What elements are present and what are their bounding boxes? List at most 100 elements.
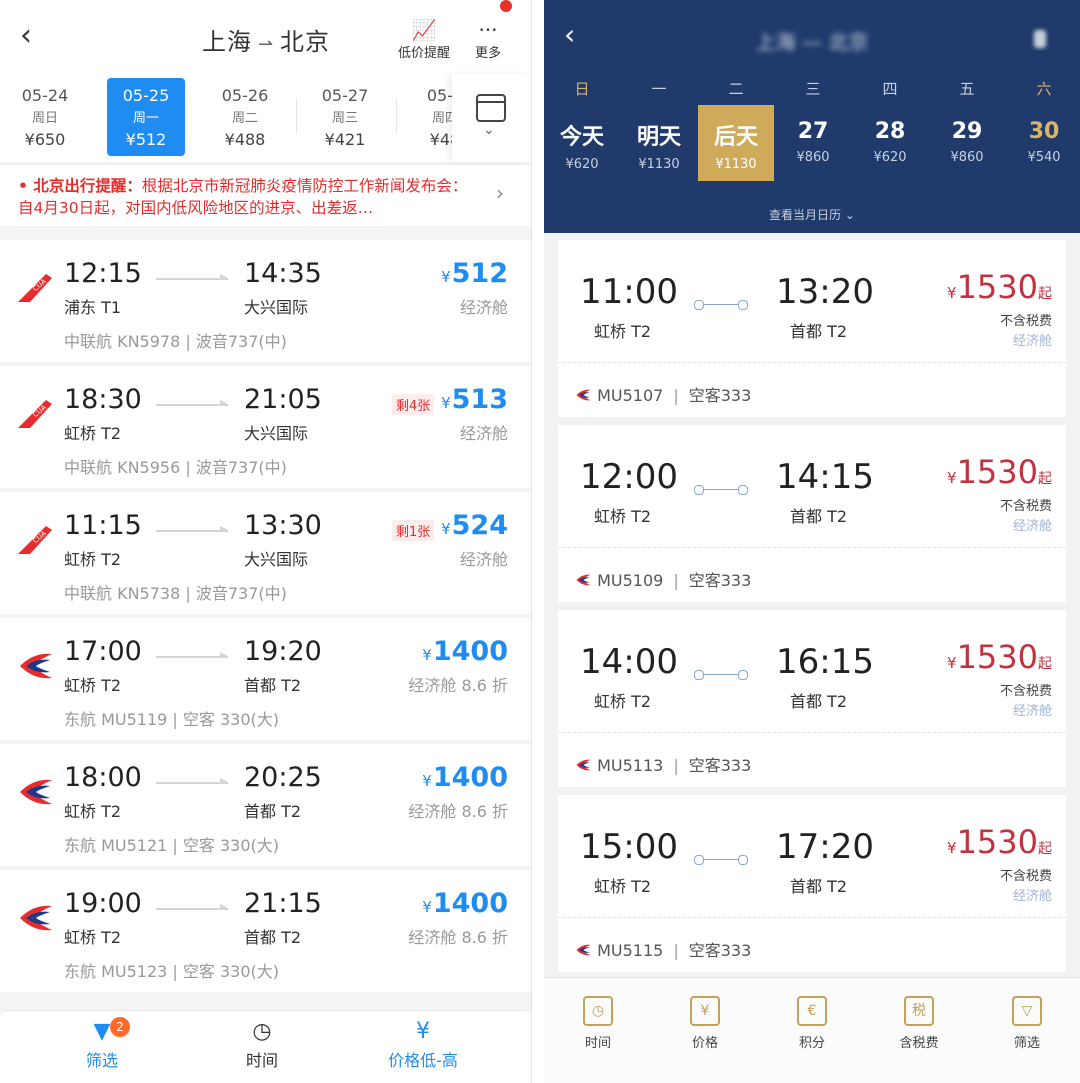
currency-symbol: ¥ xyxy=(422,772,432,790)
flight-number: MU5107 xyxy=(597,386,664,405)
bottom-tab-0[interactable]: ◷ 时间 xyxy=(558,996,638,1051)
bullet-icon: • xyxy=(18,177,34,195)
card-divider xyxy=(558,362,1066,363)
bottom-tab-2[interactable]: € 积分 xyxy=(772,996,852,1051)
clock-icon: ◷ xyxy=(252,1019,272,1044)
departure-airport: 虹桥 T2 xyxy=(594,507,652,526)
price-sort-tab[interactable]: ¥ 价格低-高 xyxy=(376,1017,470,1071)
date-tab[interactable]: 05-27 周三 ¥421 xyxy=(306,78,384,156)
filter-count-badge: 2 xyxy=(110,1017,130,1037)
price-alert-button[interactable]: 📈 低价提醒 xyxy=(394,18,454,61)
seats-left-badge: 剩1张 xyxy=(392,520,435,541)
bottom-tab-label: 积分 xyxy=(798,1036,825,1051)
flight-price: ¥513 xyxy=(441,384,508,415)
flight-price: ¥1530起 xyxy=(947,268,1052,306)
month-calendar-link[interactable]: 查看当月日历 ⌄ xyxy=(544,206,1080,223)
arrival-time: 14:15 xyxy=(776,457,874,497)
left-bottom-bar: ▼ 筛选 2 ◷ 时间 ¥ 价格低-高 xyxy=(0,1010,531,1083)
tax-note: 不含税费 xyxy=(999,314,1052,329)
day-tab-price: ¥620 xyxy=(873,150,907,165)
arrival-time: 13:30 xyxy=(244,510,322,541)
time-tab[interactable]: ◷ 时间 xyxy=(232,1017,292,1071)
weekday-label: 二 xyxy=(728,80,744,98)
day-tab-price: ¥620 xyxy=(565,157,599,172)
arrival-time: 13:20 xyxy=(776,272,874,312)
cabin-class: 经济舱 8.6 折 xyxy=(408,928,508,947)
flight-card[interactable]: 12:00 虹桥 T2 14:15 首都 T2 ¥1530起 不含税费 经济舱 MU5109… xyxy=(558,425,1066,602)
route-line xyxy=(694,300,748,310)
currency-symbol: ¥ xyxy=(422,898,432,916)
currency-symbol: ¥ xyxy=(947,469,957,487)
flight-price-value: 1400 xyxy=(432,636,508,667)
bottom-tab-3[interactable]: 税含税费 xyxy=(879,996,959,1051)
home-yen-icon: ¥ xyxy=(690,996,720,1026)
calendar-icon xyxy=(476,94,506,122)
travel-notice-prefix: 北京出行提醒： xyxy=(33,177,142,195)
currency-symbol: ¥ xyxy=(441,394,451,412)
flight-price: ¥1400 xyxy=(422,636,508,667)
date-tab-weekday: 周一 xyxy=(132,111,159,126)
right-app-screen: ‹ 上海 — 北京 日一二三四五六 今天 ¥620 明天 ¥1130 后天 ¥1130 27… xyxy=(544,0,1080,1083)
flight-row[interactable]: CUA 12:15 浦东 T1 14:35 大兴国际 ¥512 经济舱 中联航 KN5978 … xyxy=(0,240,531,362)
flight-row[interactable]: 17:00 虹桥 T2 19:20 首都 T2 ¥1400 经济舱 8.6 折东航 MU5… xyxy=(0,618,531,740)
aircraft-type: 空客333 xyxy=(688,756,752,775)
calendar-button[interactable]: ⌄ xyxy=(452,74,531,162)
bottom-tab-label: 价格 xyxy=(691,1036,718,1051)
day-tab[interactable]: 今天 ¥620 xyxy=(544,105,620,181)
day-tab-active[interactable]: 后天 ¥1130 xyxy=(698,105,774,181)
weekday-label: 四 xyxy=(882,80,898,98)
flight-price: ¥1400 xyxy=(422,762,508,793)
flight-row[interactable]: CUA 18:30 虹桥 T2 21:05 大兴国际 剩4张 ¥513 经济舱 中联航 KN59… xyxy=(0,366,531,488)
flight-card[interactable]: 15:00 虹桥 T2 17:20 首都 T2 ¥1530起 不含税费 经济舱 MU5115… xyxy=(558,795,1066,972)
more-button[interactable]: ··· 更多 xyxy=(468,18,508,61)
cua-logo-icon: CUA xyxy=(18,400,52,428)
weekday-label: 一 xyxy=(651,80,667,98)
flight-info: 东航 MU5119 | 空客 330(大) xyxy=(64,710,279,729)
yen-circle-icon: ¥ xyxy=(416,1019,430,1044)
day-tab-label: 今天 xyxy=(559,125,604,150)
screenshot-root: ‹ 上海 ⇀ 北京 📈 低价提醒 ··· 更多 05-24 周日 ¥650 05-2… xyxy=(0,0,1080,1083)
china-eastern-logo-icon xyxy=(576,944,591,956)
departure-airport: 虹桥 T2 xyxy=(64,550,122,569)
bottom-tab-4[interactable]: ▽ 筛选 xyxy=(987,996,1067,1051)
date-tab[interactable]: 05-24 周日 ¥650 xyxy=(6,78,84,156)
departure-time: 19:00 xyxy=(64,888,142,919)
time-tab-label: 时间 xyxy=(245,1051,278,1070)
flight-card[interactable]: 14:00 虹桥 T2 16:15 首都 T2 ¥1530起 不含税费 经济舱 MU5113… xyxy=(558,610,1066,787)
aircraft-type: 空客333 xyxy=(688,571,752,590)
flight-row[interactable]: 18:00 虹桥 T2 20:25 首都 T2 ¥1400 经济舱 8.6 折东航 MU5… xyxy=(0,744,531,866)
departure-time: 11:15 xyxy=(64,510,142,541)
currency-symbol: ¥ xyxy=(441,520,451,538)
day-tab[interactable]: 27 ¥860 xyxy=(775,105,851,181)
route-line xyxy=(694,855,748,865)
travel-notice[interactable]: • 北京出行提醒：根据北京市新冠肺炎疫情防控工作新闻发布会：自4月30日起，对国… xyxy=(0,164,531,226)
date-tab-active[interactable]: 05-25 周一 ¥512 xyxy=(107,78,185,156)
cabin-class: 经济舱 xyxy=(1012,519,1052,534)
share-icon[interactable] xyxy=(1034,30,1046,48)
flight-row[interactable]: CUA 11:15 虹桥 T2 13:30 大兴国际 剩1张 ¥524 经济舱 中联航 KN57… xyxy=(0,492,531,614)
month-calendar-link-label: 查看当月日历 xyxy=(769,208,842,222)
day-tab[interactable]: 明天 ¥1130 xyxy=(621,105,697,181)
date-tab-date: 05-24 xyxy=(21,86,69,105)
flight-info: MU5115 | 空客333 xyxy=(574,937,751,961)
china-eastern-logo-icon xyxy=(576,389,591,401)
arrival-time: 16:15 xyxy=(776,642,874,682)
bottom-tab-1[interactable]: ¥ 价格 xyxy=(665,996,745,1051)
departure-airport: 虹桥 T2 xyxy=(64,676,122,695)
chevron-right-icon: › xyxy=(496,181,504,205)
flight-row[interactable]: 19:00 虹桥 T2 21:15 首都 T2 ¥1400 经济舱 8.6 折东航 MU5… xyxy=(0,870,531,992)
departure-time: 18:30 xyxy=(64,384,142,415)
flight-card[interactable]: 11:00 虹桥 T2 13:20 首都 T2 ¥1530起 不含税费 经济舱 MU5107… xyxy=(558,240,1066,417)
date-tab[interactable]: 05-26 周二 ¥488 xyxy=(206,78,284,156)
arrival-airport: 大兴国际 xyxy=(244,550,309,569)
cabin-class: 经济舱 xyxy=(459,424,508,443)
date-tab-weekday: 周二 xyxy=(231,111,258,126)
day-tab[interactable]: 28 ¥620 xyxy=(852,105,928,181)
departure-time: 17:00 xyxy=(64,636,142,667)
day-tab[interactable]: 29 ¥860 xyxy=(929,105,1005,181)
day-tab[interactable]: 30 ¥540 xyxy=(1006,105,1080,181)
flight-price: ¥512 xyxy=(441,258,508,289)
flight-price-value: 1530 xyxy=(956,268,1038,306)
route-title-text: 上海 — 北京 xyxy=(755,30,869,54)
travel-notice-text: • 北京出行提醒：根据北京市新冠肺炎疫情防控工作新闻发布会：自4月30日起，对国… xyxy=(18,175,478,219)
